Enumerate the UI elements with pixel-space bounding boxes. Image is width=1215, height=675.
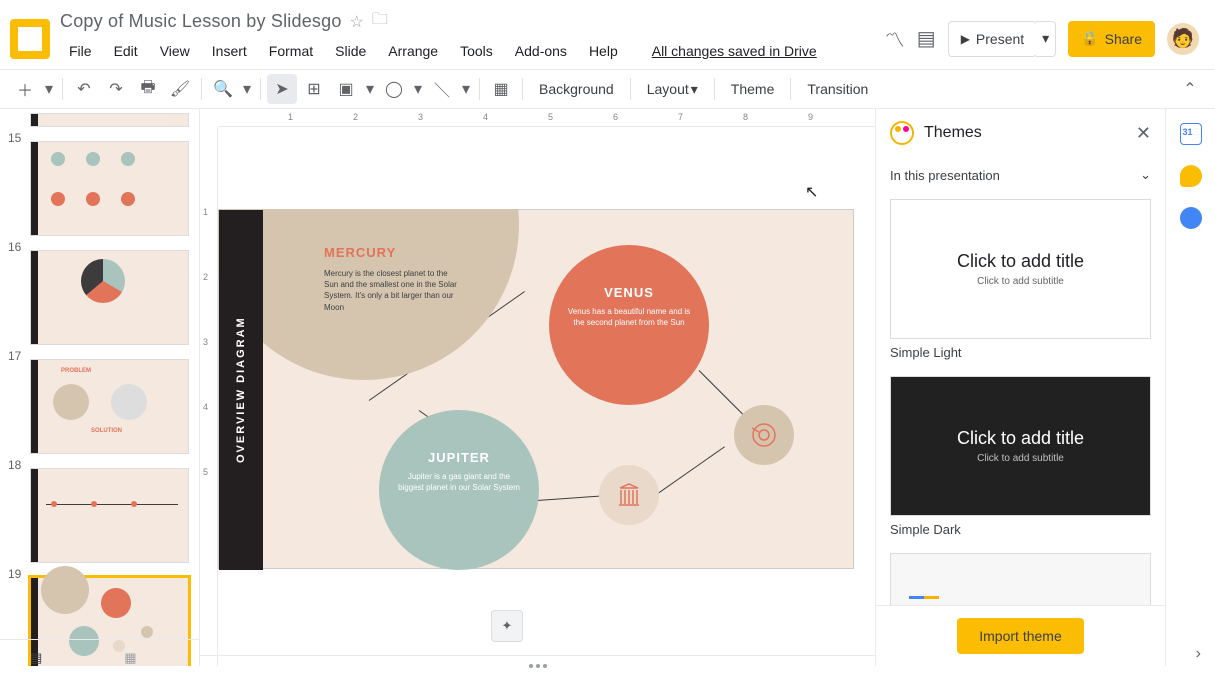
account-avatar[interactable]: 🧑: [1167, 23, 1199, 55]
venus-desc: Venus has a beautiful name and is the se…: [567, 306, 691, 328]
filmstrip-view-icon[interactable]: ▤: [30, 650, 42, 666]
themes-panel: Themes ✕ In this presentation ⌄ Click to…: [875, 109, 1165, 666]
venus-circle[interactable]: VENUS Venus has a beautiful name and is …: [549, 245, 709, 405]
columns-icon: [614, 480, 644, 510]
explore-button[interactable]: ✦: [491, 610, 523, 642]
menu-insert[interactable]: Insert: [203, 39, 256, 63]
menu-arrange[interactable]: Arrange: [379, 39, 447, 63]
new-slide-dropdown[interactable]: ▾: [42, 74, 56, 104]
document-title[interactable]: Copy of Music Lesson by Slidesgo: [60, 11, 342, 32]
zoom-button[interactable]: 🔍: [208, 74, 238, 104]
mercury-title: MERCURY: [324, 245, 464, 260]
comment-button[interactable]: ▦: [486, 74, 516, 104]
slide-number: 17: [8, 349, 21, 363]
folder-icon[interactable]: 🗀: [372, 8, 388, 35]
theme-card-simple-dark[interactable]: Click to add title Click to add subtitle: [890, 376, 1151, 516]
jupiter-desc: Jupiter is a gas giant and the biggest p…: [397, 471, 521, 493]
activity-icon[interactable]: 〽: [885, 24, 905, 53]
shape-dropdown[interactable]: ▾: [411, 74, 425, 104]
theme-card-streamline[interactable]: Click to add title Click to add subtitle: [890, 553, 1151, 605]
close-icon[interactable]: ✕: [1136, 123, 1151, 144]
calendar-app-icon[interactable]: [1180, 123, 1202, 145]
toolbar: ＋ ▾ ↶ ↷ 🖶 🖌 🔍 ▾ ➤ ⊞ ▣ ▾ ◯ ▾ ＼ ▾ ▦ Backgr…: [0, 69, 1215, 109]
comments-icon[interactable]: ▤: [917, 26, 936, 51]
small-circle-columns-icon[interactable]: [599, 465, 659, 525]
new-slide-button[interactable]: ＋: [10, 74, 40, 104]
slide-number: 16: [8, 240, 21, 254]
mercury-desc: Mercury is the closest planet to the Sun…: [324, 268, 464, 313]
themes-panel-title: Themes: [924, 124, 982, 142]
image-tool[interactable]: ▣: [331, 74, 361, 104]
image-dropdown[interactable]: ▾: [363, 74, 377, 104]
slide-thumb-18[interactable]: [30, 468, 189, 563]
textbox-tool[interactable]: ⊞: [299, 74, 329, 104]
line-tool[interactable]: ＼: [427, 74, 457, 104]
tasks-app-icon[interactable]: [1180, 207, 1202, 229]
palette-icon: [890, 121, 914, 145]
redo-button[interactable]: ↷: [101, 74, 131, 104]
save-status[interactable]: All changes saved in Drive: [643, 39, 826, 63]
in-this-presentation-toggle[interactable]: In this presentation ⌄: [876, 157, 1165, 193]
filmstrip-view-controls: ▤ ▦: [0, 639, 200, 675]
menu-tools[interactable]: Tools: [451, 39, 502, 63]
vertical-ruler: 1 2 3 4 5: [200, 127, 218, 666]
menu-help[interactable]: Help: [580, 39, 627, 63]
chevron-down-icon: ⌄: [1140, 167, 1151, 183]
slide-title-band[interactable]: OVERVIEW DIAGRAM: [219, 210, 263, 570]
lock-icon: 🔒: [1081, 30, 1098, 47]
zoom-dropdown[interactable]: ▾: [240, 74, 254, 104]
import-theme-button[interactable]: Import theme: [957, 618, 1083, 654]
jupiter-title: JUPITER: [397, 450, 521, 465]
venus-title: VENUS: [567, 285, 691, 300]
slide-number: 15: [8, 131, 21, 145]
star-icon[interactable]: ☆: [350, 12, 364, 32]
shape-tool[interactable]: ◯: [379, 74, 409, 104]
horizontal-ruler: 1 2 3 4 5 6 7 8 9: [218, 109, 875, 127]
layout-button[interactable]: Layout▾: [637, 74, 708, 104]
menubar: File Edit View Insert Format Slide Arran…: [60, 35, 875, 69]
hide-sidebar-icon[interactable]: ›: [1196, 645, 1201, 663]
slide-canvas-area[interactable]: 1 2 3 4 5 6 7 8 9 1 2 3 4 5: [200, 109, 875, 666]
drum-icon: [749, 420, 779, 450]
slide-number: 18: [8, 458, 21, 472]
grid-view-icon[interactable]: ▦: [124, 650, 136, 666]
theme-card-simple-light[interactable]: Click to add title Click to add subtitle: [890, 199, 1151, 339]
menu-view[interactable]: View: [151, 39, 199, 63]
menu-slide[interactable]: Slide: [326, 39, 375, 63]
theme-name-label: Simple Light: [890, 345, 1151, 360]
collapse-toolbar-icon[interactable]: ⌃: [1175, 74, 1205, 104]
mercury-text-block[interactable]: MERCURY Mercury is the closest planet to…: [324, 245, 464, 313]
keep-app-icon[interactable]: [1180, 165, 1202, 187]
jupiter-circle[interactable]: JUPITER Jupiter is a gas giant and the b…: [379, 410, 539, 570]
slides-logo[interactable]: [10, 19, 50, 59]
slide-thumb-15[interactable]: [30, 141, 189, 236]
undo-button[interactable]: ↶: [69, 74, 99, 104]
line-dropdown[interactable]: ▾: [459, 74, 473, 104]
filmstrip[interactable]: 15 16 17 PROBLEM SOLUTION 18: [0, 109, 200, 666]
select-tool[interactable]: ➤: [267, 74, 297, 104]
canvas-resize-handle[interactable]: [200, 655, 875, 675]
background-button[interactable]: Background: [529, 74, 624, 104]
small-circle-drum-icon[interactable]: [734, 405, 794, 465]
print-button[interactable]: 🖶: [133, 74, 163, 104]
theme-name-label: Simple Dark: [890, 522, 1151, 537]
menu-file[interactable]: File: [60, 39, 101, 63]
menu-edit[interactable]: Edit: [105, 39, 147, 63]
menu-addons[interactable]: Add-ons: [506, 39, 576, 63]
menu-format[interactable]: Format: [260, 39, 322, 63]
present-dropdown[interactable]: ▾: [1036, 21, 1056, 57]
transition-button[interactable]: Transition: [797, 74, 878, 104]
side-app-bar: [1165, 109, 1215, 666]
slide-thumb-17[interactable]: PROBLEM SOLUTION: [30, 359, 189, 454]
slide-number: 19: [8, 567, 21, 581]
slide-thumb-14[interactable]: [30, 113, 189, 127]
share-button[interactable]: 🔒Share: [1068, 21, 1155, 57]
paint-format-button[interactable]: 🖌: [165, 74, 195, 104]
slide-thumb-16[interactable]: [30, 250, 189, 345]
present-button[interactable]: ▶Present: [948, 21, 1037, 57]
theme-button[interactable]: Theme: [721, 74, 785, 104]
